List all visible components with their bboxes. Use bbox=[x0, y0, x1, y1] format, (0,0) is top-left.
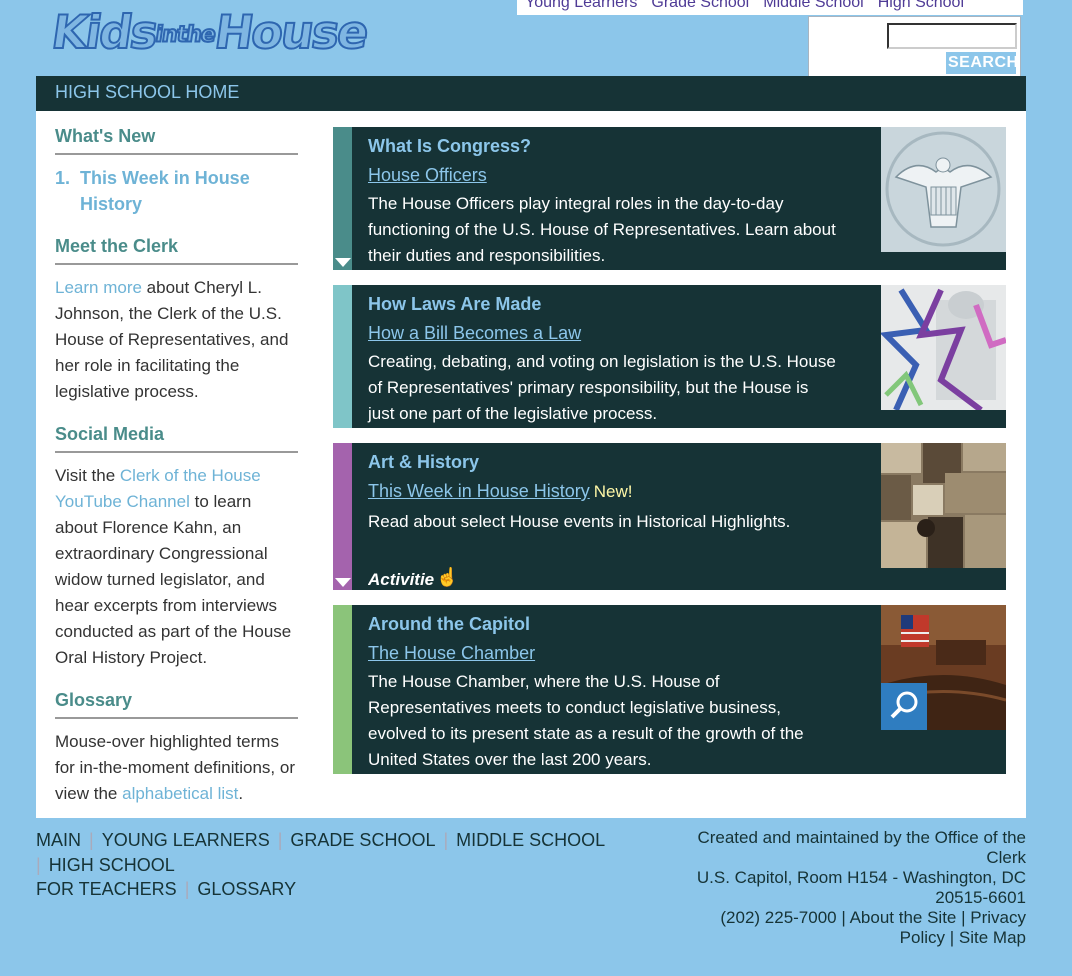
learn-more-link[interactable]: Learn more bbox=[55, 278, 142, 297]
glossary-heading: Glossary bbox=[55, 690, 298, 719]
footer-link-glossary[interactable]: GLOSSARY bbox=[197, 879, 296, 899]
panel-what-is-congress: What Is Congress? House Officers The Hou… bbox=[333, 127, 1006, 270]
separator: | bbox=[277, 830, 283, 850]
panel-stripe bbox=[333, 605, 352, 774]
page-title: HIGH SCHOOL HOME bbox=[36, 76, 1026, 111]
footer-link-grade-school[interactable]: GRADE SCHOOL bbox=[290, 830, 435, 850]
site-logo[interactable]: KidsintheHouse bbox=[47, 4, 414, 60]
list-number: 1. bbox=[55, 168, 71, 188]
activities-link[interactable]: Activities bbox=[368, 570, 434, 590]
panel-link[interactable]: This Week in House History bbox=[368, 481, 590, 501]
panel-link[interactable]: House Officers bbox=[368, 163, 838, 187]
footer-link-for-teachers[interactable]: FOR TEACHERS bbox=[36, 879, 177, 899]
top-nav-young-learners[interactable]: Young Learners bbox=[525, 0, 637, 12]
social-media-pre: Visit the bbox=[55, 466, 116, 485]
panel-around-capitol: Around the Capitol The House Chamber The… bbox=[333, 605, 1006, 774]
panel-text: The House Chamber, where the U.S. House … bbox=[368, 672, 804, 769]
site-map-link[interactable]: Site Map bbox=[959, 928, 1026, 947]
panel-stripe bbox=[333, 127, 352, 270]
footer-link-high-school[interactable]: HIGH SCHOOL bbox=[49, 855, 175, 875]
footer-nav: MAIN | YOUNG LEARNERS | GRADE SCHOOL | MIDDLE … bbox=[36, 828, 636, 902]
search-input[interactable] bbox=[887, 23, 1017, 49]
social-media-body: to learn about Florence Kahn, an extraor… bbox=[55, 492, 292, 667]
footer-link-young-learners[interactable]: YOUNG LEARNERS bbox=[102, 830, 270, 850]
about-site-link[interactable]: About the Site bbox=[850, 908, 957, 927]
social-media-heading: Social Media bbox=[55, 424, 298, 453]
social-media-text: Visit the Clerk of the House YouTube Cha… bbox=[55, 463, 298, 671]
separator: | bbox=[184, 879, 190, 899]
panel-title: How Laws Are Made bbox=[368, 294, 542, 314]
footer-phone: (202) 225-7000 bbox=[720, 908, 837, 927]
footer-links-line: (202) 225-7000 | About the Site | Privac… bbox=[720, 908, 1026, 947]
top-nav-high-school[interactable]: High School bbox=[878, 0, 964, 12]
top-nav: Young Learners Grade School Middle Schoo… bbox=[517, 0, 1023, 15]
panel-how-laws-are-made: How Laws Are Made How a Bill Becomes a L… bbox=[333, 285, 1006, 428]
whats-new-link[interactable]: This Week in House History bbox=[80, 168, 250, 214]
meet-clerk-heading: Meet the Clerk bbox=[55, 236, 298, 265]
pointer-hand-icon: ☝ bbox=[436, 567, 459, 587]
footer-info: Created and maintained by the Office of … bbox=[690, 828, 1026, 948]
separator: | bbox=[36, 854, 41, 875]
whats-new-item[interactable]: 1. This Week in House History bbox=[55, 165, 298, 217]
search-button[interactable]: SEARCH bbox=[946, 52, 1016, 74]
panel-stripe bbox=[333, 443, 352, 590]
separator: | bbox=[443, 830, 449, 850]
footer-link-middle-school[interactable]: MIDDLE SCHOOL bbox=[456, 830, 605, 850]
panel-title: Around the Capitol bbox=[368, 614, 530, 634]
panel-title: Art & History bbox=[368, 452, 480, 472]
panel-link[interactable]: The House Chamber bbox=[368, 641, 838, 665]
footer-address: U.S. Capitol, Room H154 - Washington, DC… bbox=[696, 868, 1026, 907]
panel-art-history: Art & History This Week in House History… bbox=[333, 443, 1006, 590]
top-nav-middle-school[interactable]: Middle School bbox=[763, 0, 864, 12]
meet-clerk-text: Learn more about Cheryl L. Johnson, the … bbox=[55, 275, 298, 405]
logo-wordmark: KidsintheHouse bbox=[47, 4, 371, 60]
capitol-zigzag-image[interactable] bbox=[881, 285, 1006, 410]
expand-arrow-icon[interactable] bbox=[335, 578, 351, 587]
panel-link[interactable]: How a Bill Becomes a Law bbox=[368, 321, 838, 345]
panel-text: The House Officers play integral roles i… bbox=[368, 194, 836, 265]
panel-text: Creating, debating, and voting on legisl… bbox=[368, 352, 836, 423]
search-box: SEARCH bbox=[808, 16, 1021, 77]
footer-maintainer: Created and maintained by the Office of … bbox=[697, 828, 1026, 867]
sidebar: What's New 1. This Week in House History… bbox=[55, 126, 298, 826]
top-nav-grade-school[interactable]: Grade School bbox=[651, 0, 749, 12]
whats-new-heading: What's New bbox=[55, 126, 298, 155]
panel-stripe bbox=[333, 285, 352, 428]
glossary-period: . bbox=[238, 784, 244, 803]
history-collage-image[interactable] bbox=[881, 443, 1006, 568]
expand-arrow-icon[interactable] bbox=[335, 258, 351, 267]
glossary-text: Mouse-over highlighted terms for in-the-… bbox=[55, 729, 298, 807]
alphabetical-list-link[interactable]: alphabetical list bbox=[122, 784, 238, 803]
footer-link-main[interactable]: MAIN bbox=[36, 830, 81, 850]
house-seal-image[interactable] bbox=[881, 127, 1006, 252]
panel-title: What Is Congress? bbox=[368, 136, 532, 156]
separator: | bbox=[89, 830, 94, 850]
new-badge: New! bbox=[593, 482, 633, 501]
house-chamber-image[interactable] bbox=[881, 605, 1006, 730]
panel-text: Read about select House events in Histor… bbox=[368, 512, 791, 531]
